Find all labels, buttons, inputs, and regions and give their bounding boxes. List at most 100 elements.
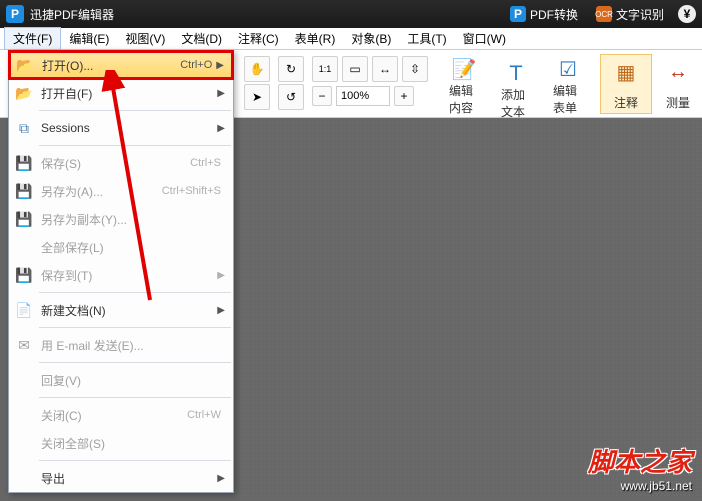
menu-form[interactable]: 表单(R) (287, 28, 344, 49)
file-menu-dropdown: 📂 打开(O)... Ctrl+O ▶ 📂 打开自(F) ▶ ⧉ Session… (8, 50, 234, 493)
fit-actual-icon: 1:1 (319, 64, 332, 74)
menu-item-export-label: 导出 (41, 470, 217, 487)
folder-open-icon: 📂 (14, 55, 36, 75)
app-logo: P (6, 5, 24, 23)
hand-icon: ✋ (250, 62, 265, 76)
ocr-button[interactable]: OCR 文字识别 (592, 4, 668, 25)
submenu-arrow-icon: ▶ (216, 60, 224, 71)
pdf-convert-icon: P (510, 6, 526, 22)
select-tool-button[interactable]: ➤ (244, 84, 270, 110)
menu-item-save-as-shortcut: Ctrl+Shift+S (162, 185, 221, 197)
zoom-in-button[interactable]: + (394, 86, 414, 106)
fit-actual-button[interactable]: 1:1 (312, 56, 338, 82)
submenu-arrow-icon: ▶ (217, 473, 225, 484)
watermark: 脚本之家 www.jb51.net (588, 442, 692, 493)
menu-item-revert: 回复(V) (9, 366, 233, 394)
zoom-out-button[interactable]: − (312, 86, 332, 106)
menu-item-new-doc-label: 新建文档(N) (41, 302, 217, 319)
save-as-icon: 💾 (13, 181, 35, 201)
menu-item-email: ✉ 用 E-mail 发送(E)... (9, 331, 233, 359)
hand-tool-button[interactable]: ✋ (244, 56, 270, 82)
menu-item-save: 💾 保存(S) Ctrl+S (9, 149, 233, 177)
edit-content-icon: 📝 (449, 57, 479, 82)
annotate-button[interactable]: ▦ 注释 (600, 54, 652, 114)
add-text-button[interactable]: Ｔ 添加文本 (490, 54, 542, 114)
menu-tools[interactable]: 工具(T) (399, 28, 454, 49)
watermark-text: 脚本之家 (588, 442, 692, 479)
folder-open-icon: 📂 (13, 83, 35, 103)
cursor-icon: ➤ (252, 90, 262, 104)
rotate-cw-button[interactable]: ↻ (278, 56, 304, 82)
save-all-icon (13, 237, 35, 257)
rotate-ccw-button[interactable]: ↺ (278, 84, 304, 110)
save-copy-icon: 💾 (13, 209, 35, 229)
menu-item-new-doc[interactable]: 📄 新建文档(N) ▶ (9, 296, 233, 324)
watermark-url: www.jb51.net (588, 479, 692, 493)
menu-item-save-label: 保存(S) (41, 155, 190, 172)
menu-item-sessions-label: Sessions (41, 121, 217, 135)
menu-item-save-as: 💾 另存为(A)... Ctrl+Shift+S (9, 177, 233, 205)
sessions-icon: ⧉ (13, 118, 35, 138)
menu-separator (39, 362, 231, 363)
menu-separator (39, 327, 231, 328)
edit-form-label: 编辑表单 (553, 82, 583, 116)
zoom-input[interactable] (336, 86, 390, 106)
edit-form-button[interactable]: ☑ 编辑表单 (542, 54, 594, 114)
menu-object[interactable]: 对象(B) (343, 28, 399, 49)
fit-width-icon: ↔ (379, 62, 391, 76)
edit-form-icon: ☑ (553, 57, 583, 82)
menu-item-close-label: 关闭(C) (41, 407, 187, 424)
menu-item-email-label: 用 E-mail 发送(E)... (41, 337, 225, 354)
menu-item-save-shortcut: Ctrl+S (190, 157, 221, 169)
save-icon: 💾 (13, 153, 35, 173)
fit-height-button[interactable]: ⇳ (402, 56, 428, 82)
close-icon (13, 405, 35, 425)
menu-item-export[interactable]: 导出 ▶ (9, 464, 233, 492)
menu-file[interactable]: 文件(F) (4, 27, 61, 50)
ocr-icon: OCR (596, 6, 612, 22)
measure-label: 测量 (666, 94, 690, 111)
rotate-cw-icon: ↻ (286, 62, 296, 76)
menu-comment[interactable]: 注释(C) (230, 28, 287, 49)
fit-page-button[interactable]: ▭ (342, 56, 368, 82)
menu-item-open[interactable]: 📂 打开(O)... Ctrl+O ▶ (9, 51, 233, 79)
ocr-label: 文字识别 (616, 6, 664, 23)
menu-separator (39, 145, 231, 146)
add-text-label: 添加文本 (501, 86, 531, 120)
menu-item-revert-label: 回复(V) (41, 372, 225, 389)
menu-document[interactable]: 文档(D) (173, 28, 230, 49)
edit-content-button[interactable]: 📝 编辑内容 (438, 54, 490, 114)
close-all-icon (13, 433, 35, 453)
menu-bar: 文件(F) 编辑(E) 视图(V) 文档(D) 注释(C) 表单(R) 对象(B… (0, 28, 702, 50)
export-icon (13, 468, 35, 488)
menu-item-save-copy: 💾 另存为副本(Y)... (9, 205, 233, 233)
minus-icon: − (318, 89, 325, 103)
menu-separator (39, 292, 231, 293)
menu-separator (39, 397, 231, 398)
menu-edit[interactable]: 编辑(E) (61, 28, 117, 49)
title-bar: P 迅捷PDF编辑器 P PDF转换 OCR 文字识别 ¥ (0, 0, 702, 28)
rotate-ccw-icon: ↺ (286, 90, 296, 104)
menu-separator (39, 460, 231, 461)
submenu-arrow-icon: ▶ (217, 123, 225, 134)
zoom-controls: − + (312, 86, 428, 106)
currency-button[interactable]: ¥ (678, 5, 696, 23)
ribbon-group-fit: 1:1 ▭ ↔ ⇳ − + (308, 54, 432, 108)
menu-item-close-all-label: 关闭全部(S) (41, 435, 225, 452)
menu-item-open-from[interactable]: 📂 打开自(F) ▶ (9, 79, 233, 107)
fit-page-icon: ▭ (349, 62, 360, 76)
menu-view[interactable]: 视图(V) (117, 28, 173, 49)
menu-window[interactable]: 窗口(W) (455, 28, 514, 49)
menu-item-save-all: 全部保存(L) (9, 233, 233, 261)
ribbon-group-rotate: ↻ ↺ (274, 54, 308, 112)
measure-button[interactable]: ↔ 测量 (652, 54, 702, 114)
menu-item-save-copy-label: 另存为副本(Y)... (41, 211, 225, 228)
menu-item-save-as-label: 另存为(A)... (41, 183, 162, 200)
app-title: 迅捷PDF编辑器 (30, 6, 496, 23)
pdf-convert-button[interactable]: P PDF转换 (506, 4, 582, 25)
menu-item-close-shortcut: Ctrl+W (187, 409, 221, 421)
save-to-icon: 💾 (13, 265, 35, 285)
menu-item-save-to-label: 保存到(T) (41, 267, 217, 284)
fit-width-button[interactable]: ↔ (372, 56, 398, 82)
menu-item-sessions[interactable]: ⧉ Sessions ▶ (9, 114, 233, 142)
